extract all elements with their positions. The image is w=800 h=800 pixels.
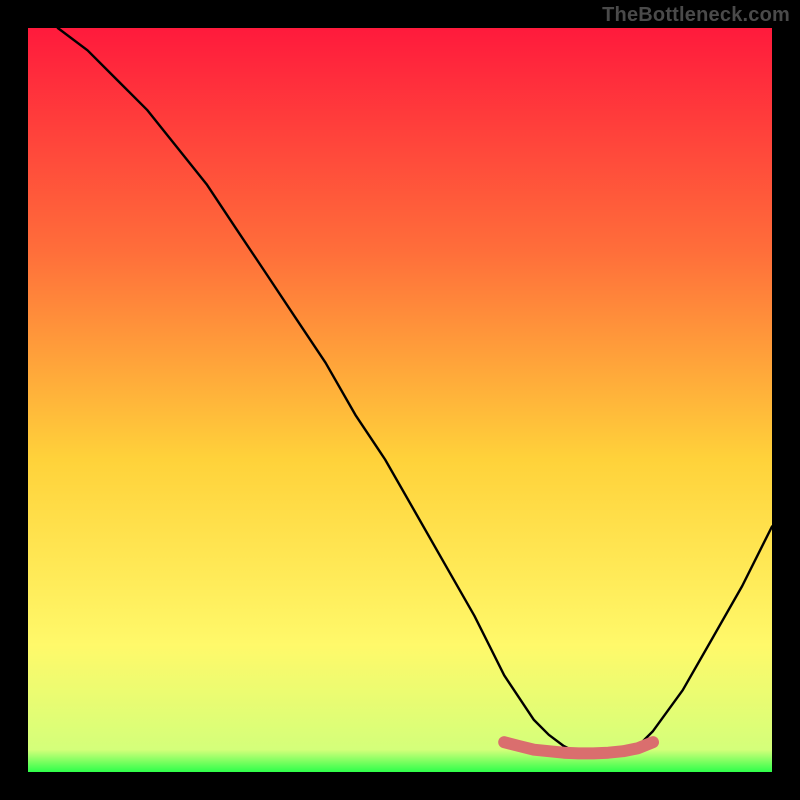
chart-frame: { "watermark": "TheBottleneck.com", "col… xyxy=(0,0,800,800)
gradient-background xyxy=(28,28,772,772)
watermark-label: TheBottleneck.com xyxy=(602,4,790,27)
bottleneck-chart xyxy=(0,0,800,800)
